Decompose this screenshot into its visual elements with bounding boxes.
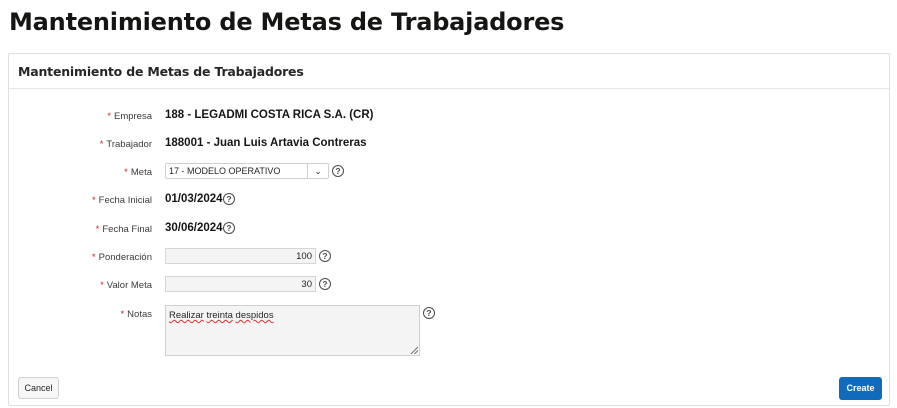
fecha-final-label: * Fecha Final [95,224,152,235]
ponderacion-label: * Ponderación [91,252,152,263]
cancel-button[interactable]: Cancel [18,377,59,399]
meta-label: * Meta [124,167,152,178]
required-marker: * [91,252,96,263]
row-empresa: * Empresa 188 - LEGADMI COSTA RICA S.A. (… [9,107,889,129]
row-meta: * Meta 17 - MODELO OPERATIVO ⌄ ? [9,163,889,185]
notas-word: Realizar [169,310,204,321]
required-marker: * [107,111,111,122]
row-fecha-final: * Fecha Final 30/06/2024 ? [9,220,889,242]
required-marker: * [99,139,104,150]
help-icon[interactable]: ? [332,165,344,177]
notas-word: despidos [235,310,274,321]
row-valor-meta: * Valor Meta 30 ? [9,276,889,298]
notas-word: treinta [206,310,233,321]
meta-select[interactable]: 17 - MODELO OPERATIVO ⌄ [165,163,329,179]
region-title: Mantenimiento de Metas de Trabajadores [9,54,889,89]
row-fecha-inicial: * Fecha Inicial 01/03/2024 ? [9,191,889,213]
row-notas: * Notas Realizar treinta despidos ? [9,305,889,356]
row-trabajador: * Trabajador 188001 - Juan Luis Artavia C… [9,135,889,157]
empresa-value: 188 - LEGADMI COSTA RICA S.A. (CR) [165,109,374,121]
page-title: Mantenimiento de Metas de Trabajadores [9,8,565,36]
fecha-inicial-value: 01/03/2024 [165,193,223,205]
required-marker: * [120,309,125,320]
notas-textarea[interactable]: Realizar treinta despidos [165,305,420,356]
help-icon[interactable]: ? [319,250,331,262]
help-icon[interactable]: ? [319,278,331,290]
notas-label: * Notas [120,309,152,320]
required-marker: * [124,167,128,178]
valor-meta-label: * Valor Meta [100,280,152,291]
required-marker: * [91,195,96,206]
ponderacion-input[interactable]: 100 [165,248,316,264]
help-icon[interactable]: ? [223,193,235,205]
fecha-inicial-label: * Fecha Inicial [91,195,152,206]
trabajador-value: 188001 - Juan Luis Artavia Contreras [165,137,367,149]
resize-handle-icon[interactable] [411,347,418,354]
trabajador-label: * Trabajador [99,139,152,150]
form-region: Mantenimiento de Metas de Trabajadores *… [8,53,890,406]
help-icon[interactable]: ? [423,307,435,319]
empresa-label: * Empresa [107,111,152,122]
required-marker: * [100,280,104,291]
valor-meta-input[interactable]: 30 [165,276,316,292]
row-ponderacion: * Ponderación 100 ? [9,248,889,270]
meta-select-value: 17 - MODELO OPERATIVO [169,166,281,176]
help-icon[interactable]: ? [223,222,235,234]
chevron-down-icon[interactable]: ⌄ [307,164,328,178]
required-marker: * [95,224,100,235]
create-button[interactable]: Create [839,377,882,400]
fecha-final-value: 30/06/2024 [165,222,223,234]
